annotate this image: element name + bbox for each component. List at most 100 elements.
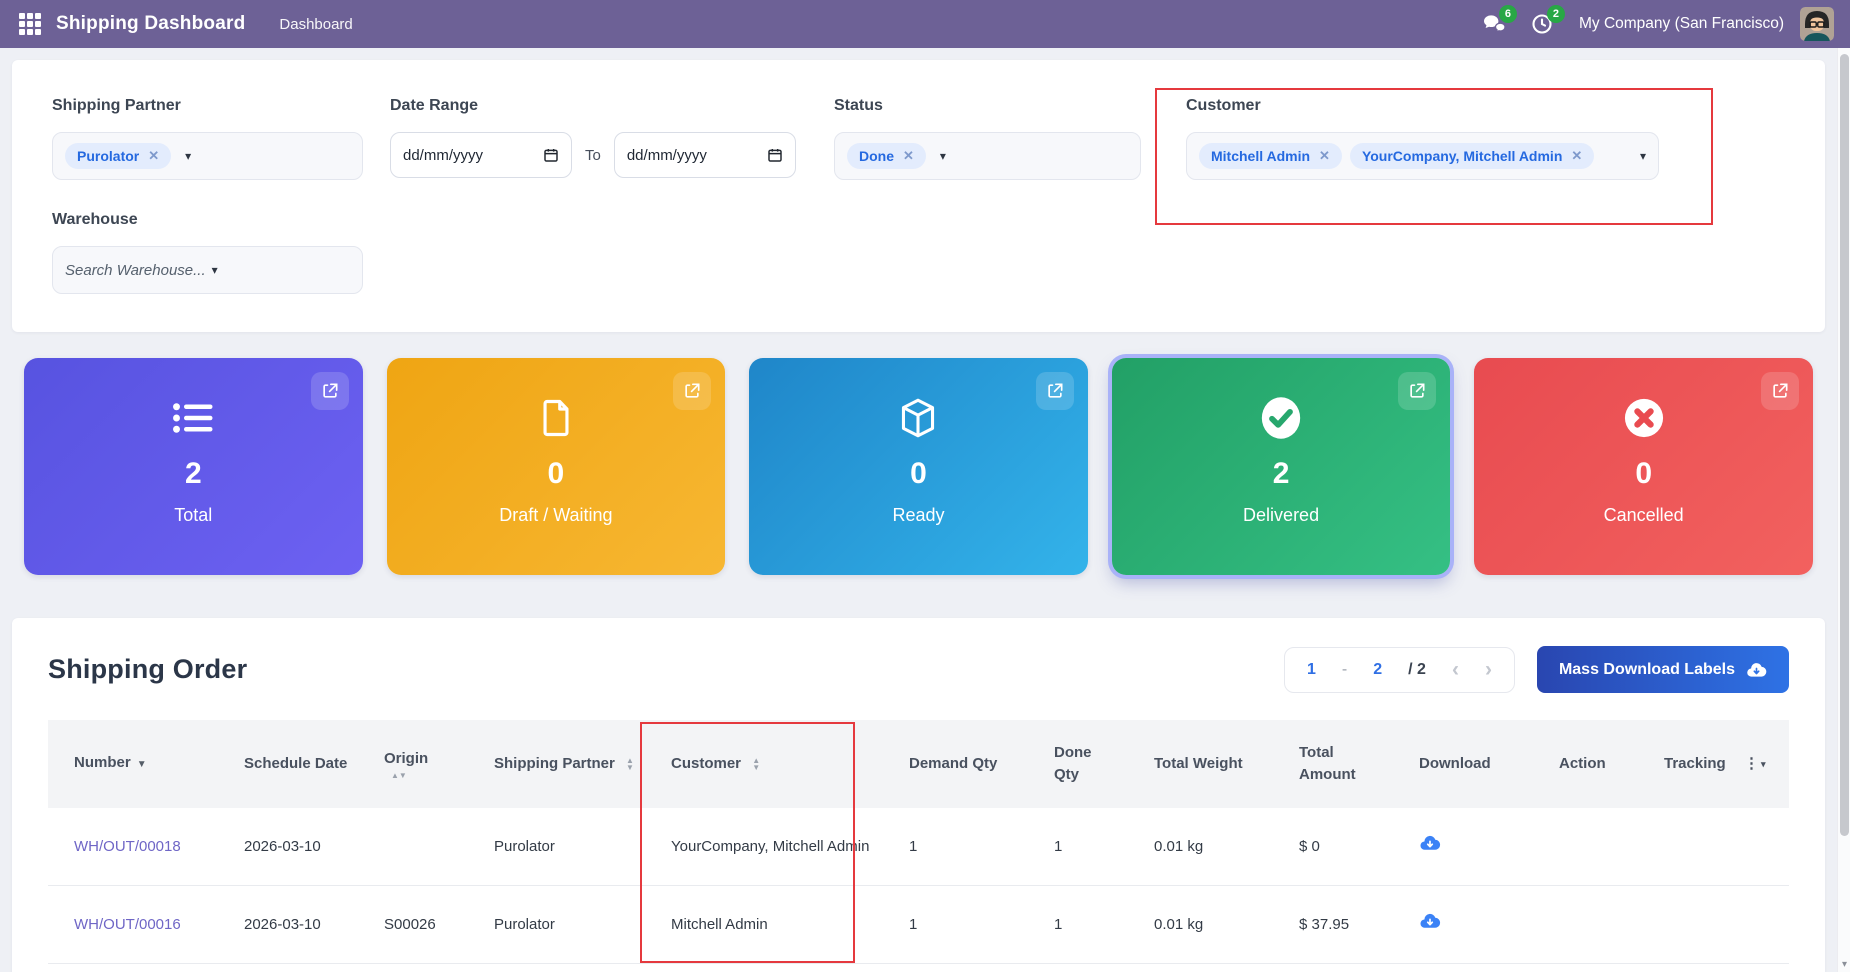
pagination[interactable]: 1 - 2 / 2 ‹ › [1284, 646, 1515, 693]
column-label: Done Qty [1054, 744, 1092, 783]
external-link-icon [322, 383, 338, 398]
external-link-icon [685, 383, 700, 398]
page-end[interactable]: 2 [1373, 661, 1382, 679]
column-header-shipping-partner[interactable]: Shipping Partner ▲ ▼ [468, 720, 645, 808]
activities-badge: 2 [1546, 5, 1565, 23]
chevron-down-icon[interactable]: ▾ [185, 149, 191, 163]
customer-select[interactable]: Mitchell Admin ✕ YourCompany, Mitchell A… [1186, 132, 1659, 180]
date-to-label: To [585, 146, 601, 164]
menu-dashboard[interactable]: Dashboard [279, 16, 352, 33]
shipping-partner-select[interactable]: Purolator ✕ ▾ [52, 132, 363, 180]
warehouse-select[interactable]: Search Warehouse... ▾ [52, 246, 363, 294]
x-circle-icon [1622, 395, 1666, 441]
chevron-down-icon: ▾ [1761, 759, 1766, 769]
page-start[interactable]: 1 [1307, 661, 1316, 679]
stat-card-delivered[interactable]: 2 Delivered [1111, 358, 1451, 575]
sort-icon[interactable]: ▲▼ [752, 757, 761, 773]
sort-down-icon: ▼ [752, 763, 761, 773]
page-total: / 2 [1408, 660, 1426, 678]
cloud-download-icon [1420, 913, 1441, 928]
column-options[interactable]: ⋮ ▾ [1718, 720, 1789, 808]
download-label-button[interactable] [1393, 808, 1533, 886]
status-select[interactable]: Done ✕ ▾ [834, 132, 1141, 180]
list-icon [172, 395, 214, 441]
chevron-down-icon[interactable]: ▾ [940, 149, 946, 163]
user-avatar[interactable] [1800, 7, 1834, 41]
column-label: Total Amount [1299, 744, 1356, 783]
calendar-icon[interactable] [543, 147, 559, 163]
stat-card-ready[interactable]: 0 Ready [749, 358, 1088, 575]
column-header-demand-qty: Demand Qty [883, 720, 1028, 808]
column-label: Customer [671, 755, 742, 772]
column-label: Action [1559, 755, 1606, 772]
external-link-icon [1410, 383, 1425, 398]
scrollbar[interactable]: ▾ [1837, 48, 1850, 972]
calendar-icon[interactable] [767, 147, 783, 163]
demand-qty-cell: 1 [883, 885, 1028, 964]
app-title[interactable]: Shipping Dashboard [56, 13, 245, 35]
column-label: Shipping Partner [494, 755, 615, 772]
remove-tag-icon[interactable]: ✕ [148, 148, 159, 164]
done-qty-cell: 1 [1028, 808, 1128, 886]
shipping-order-panel: Shipping Order 1 - 2 / 2 ‹ › Mass Downlo… [12, 618, 1825, 972]
schedule-date-cell: 2026-03-10 [218, 808, 358, 886]
column-header-number[interactable]: Number ▼ [48, 720, 218, 808]
apps-grid-icon[interactable] [16, 10, 44, 38]
chevron-left-icon[interactable]: ‹ [1452, 659, 1459, 680]
mass-download-labels-button[interactable]: Mass Download Labels [1536, 646, 1789, 693]
column-header-customer[interactable]: Customer ▲ ▼ [645, 720, 883, 808]
table-row[interactable]: WH/OUT/00016 2026-03-10 S00026 Purolator… [48, 885, 1789, 964]
open-external-button[interactable] [1760, 372, 1799, 410]
company-switcher[interactable]: My Company (San Francisco) [1579, 15, 1784, 33]
remove-tag-icon[interactable]: ✕ [1571, 148, 1582, 164]
scrollbar-down-arrow[interactable]: ▾ [1838, 959, 1850, 970]
row-options-cell [1718, 808, 1789, 886]
sort-icon[interactable]: ▲▼ [626, 757, 634, 772]
column-header-origin[interactable]: Origin ▲▼ [358, 720, 468, 808]
chevron-right-icon[interactable]: › [1485, 659, 1492, 680]
messages-button[interactable]: 6 [1477, 5, 1517, 41]
chevron-down-icon[interactable]: ▾ [212, 263, 218, 277]
total-weight-cell: 0.01 kg [1128, 808, 1273, 886]
order-number-link[interactable]: WH/OUT/00016 [48, 885, 218, 964]
stat-label: Ready [892, 505, 945, 525]
date-from-input[interactable]: dd/mm/yyyy [390, 132, 572, 178]
column-label: Tracking [1664, 755, 1726, 772]
remove-tag-icon[interactable]: ✕ [1319, 148, 1330, 164]
open-external-button[interactable] [1398, 372, 1437, 410]
stat-value: 0 [910, 457, 927, 490]
open-external-button[interactable] [673, 372, 712, 410]
open-external-button[interactable] [310, 372, 349, 410]
sort-desc-icon[interactable]: ▼ [137, 759, 147, 770]
origin-cell [358, 808, 468, 886]
stat-card-cancelled[interactable]: 0 Cancelled [1474, 358, 1813, 575]
date-to-value: dd/mm/yyyy [626, 146, 707, 164]
date-range-inputs: dd/mm/yyyy To dd/mm/yyyy [390, 132, 808, 178]
filter-customer: Customer Mitchell Admin ✕ YourCompany, M… [1186, 94, 1659, 180]
page-dash: - [1341, 660, 1348, 678]
column-label: Schedule Date [244, 755, 348, 772]
stat-card-draft-waiting[interactable]: 0 Draft / Waiting [386, 358, 726, 575]
stat-card-total[interactable]: 2 Total [24, 358, 363, 575]
open-external-button[interactable] [1035, 372, 1074, 410]
column-header-schedule-date: Schedule Date [218, 720, 358, 808]
mass-download-labels-label: Mass Download Labels [1558, 660, 1735, 678]
column-header-total-weight: Total Weight [1128, 720, 1273, 808]
cloud-download-icon [1420, 835, 1441, 850]
table-row[interactable]: WH/OUT/00018 2026-03-10 Purolator YourCo… [48, 808, 1789, 886]
remove-tag-icon[interactable]: ✕ [903, 148, 914, 164]
download-label-button[interactable] [1393, 885, 1533, 964]
column-label: Number [74, 754, 131, 771]
sort-icon[interactable]: ▲▼ [391, 772, 458, 780]
stat-value: 0 [1635, 457, 1653, 490]
stat-value: 0 [547, 457, 565, 490]
scrollbar-thumb[interactable] [1840, 54, 1849, 836]
activities-button[interactable]: 2 [1525, 5, 1565, 41]
tag-label: Done [859, 148, 894, 164]
customer-cell: YourCompany, Mitchell Admin [645, 808, 883, 886]
chevron-down-icon[interactable]: ▾ [1640, 149, 1646, 163]
date-to-input[interactable]: dd/mm/yyyy [613, 132, 796, 178]
avatar-image [1800, 7, 1834, 41]
order-number-link[interactable]: WH/OUT/00018 [48, 808, 218, 886]
action-cell [1533, 885, 1638, 964]
